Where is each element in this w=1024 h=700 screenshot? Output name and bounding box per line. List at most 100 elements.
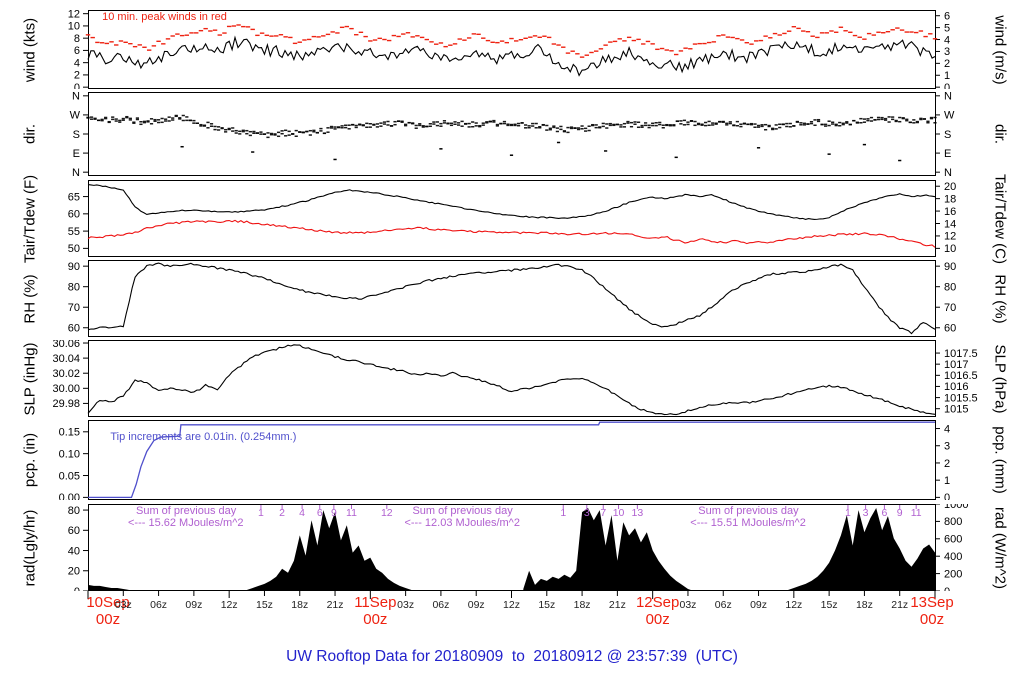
svg-text:21z: 21z xyxy=(327,599,344,611)
svg-text:W: W xyxy=(944,110,955,122)
svg-text:80: 80 xyxy=(944,281,956,293)
svg-text:30.02: 30.02 xyxy=(52,368,80,380)
svg-text:4: 4 xyxy=(944,423,950,435)
svg-text:12Sep: 12Sep xyxy=(636,594,679,611)
svg-text:Sum of previous day: Sum of previous day xyxy=(136,505,237,517)
svg-text:55: 55 xyxy=(68,226,80,238)
svg-text:00z: 00z xyxy=(96,611,120,628)
svg-text:1015: 1015 xyxy=(944,403,968,415)
svg-text:03z: 03z xyxy=(115,599,132,611)
svg-text:10: 10 xyxy=(68,21,80,33)
svg-text:15z: 15z xyxy=(821,599,838,611)
svg-text:13Sep: 13Sep xyxy=(910,594,953,611)
svg-text:2: 2 xyxy=(74,70,80,82)
svg-text:30.04: 30.04 xyxy=(52,353,80,365)
svg-text:1000: 1000 xyxy=(944,504,968,511)
svg-text:00z: 00z xyxy=(646,611,670,628)
svg-text:1017.5: 1017.5 xyxy=(944,348,978,360)
svg-text:10 min. peak winds in red: 10 min. peak winds in red xyxy=(102,11,227,23)
svg-text:3: 3 xyxy=(863,507,869,519)
rh-right-axis-title: RH (%) xyxy=(991,273,1009,324)
svg-text:70: 70 xyxy=(68,302,80,314)
svg-text:09z: 09z xyxy=(185,599,202,611)
panel-wind-direction: dir. NWSENNWSEN dir. xyxy=(0,92,1024,176)
svg-text:<--- 15.51 MJoules/m^2: <--- 15.51 MJoules/m^2 xyxy=(690,517,806,529)
slp-right-axis-title: SLP (hPa) xyxy=(991,344,1009,413)
svg-text:1: 1 xyxy=(944,475,950,487)
svg-text:E: E xyxy=(944,148,951,160)
svg-text:90: 90 xyxy=(944,261,956,273)
svg-text:9: 9 xyxy=(897,507,903,519)
svg-text:18z: 18z xyxy=(291,599,308,611)
svg-text:0.05: 0.05 xyxy=(59,470,80,482)
svg-text:15z: 15z xyxy=(256,599,273,611)
svg-text:0: 0 xyxy=(944,492,950,500)
svg-text:00z: 00z xyxy=(363,611,387,628)
panel-precipitation: pcp. (in) 0.00 0.05 0.10 0.15 0 1 2 3 4 Tip incre… xyxy=(0,420,1024,500)
svg-text:18z: 18z xyxy=(574,599,591,611)
svg-text:10: 10 xyxy=(613,507,625,519)
panel-wind: wind (kts) 0 2 4 6 8 10 12 0 1 2 3 4 5 6 10 min. peak … xyxy=(0,10,1024,89)
slp-plot: 29.9830.0030.0230.0430.0610151015.510161… xyxy=(52,340,978,417)
svg-text:N: N xyxy=(72,92,80,103)
svg-text:21z: 21z xyxy=(891,599,908,611)
svg-text:06z: 06z xyxy=(715,599,732,611)
svg-text:30.06: 30.06 xyxy=(52,340,80,350)
svg-text:60: 60 xyxy=(68,209,80,221)
svg-text:12: 12 xyxy=(944,231,956,243)
svg-text:40: 40 xyxy=(68,545,80,557)
svg-text:18: 18 xyxy=(944,193,956,205)
svg-text:60: 60 xyxy=(68,525,80,537)
svg-text:50: 50 xyxy=(68,243,80,255)
svg-text:4: 4 xyxy=(944,34,950,46)
svg-text:90: 90 xyxy=(68,261,80,273)
svg-text:800: 800 xyxy=(944,516,962,528)
svg-text:600: 600 xyxy=(944,534,962,546)
svg-text:Sum of previous day: Sum of previous day xyxy=(698,505,799,517)
svg-text:12z: 12z xyxy=(503,599,520,611)
svg-text:8: 8 xyxy=(74,33,80,45)
panel-radiation: rad(Lgly/hr) 02040608002004006008001000S… xyxy=(0,504,1024,591)
svg-text:3: 3 xyxy=(584,507,590,519)
wind-plot: 024681012012345610 min. peak winds in re… xyxy=(68,10,950,89)
svg-text:60: 60 xyxy=(68,323,80,335)
svg-text:21z: 21z xyxy=(609,599,626,611)
svg-text:12z: 12z xyxy=(785,599,802,611)
wind-right-axis-title: wind (m/s) xyxy=(991,14,1009,85)
rad-right-axis-title: rad (W/m^2) xyxy=(991,506,1009,589)
svg-text:0.00: 0.00 xyxy=(59,492,80,500)
svg-text:09z: 09z xyxy=(750,599,767,611)
svg-text:3: 3 xyxy=(944,441,950,453)
svg-text:00z: 00z xyxy=(920,611,944,628)
svg-text:1: 1 xyxy=(944,70,950,82)
svg-text:70: 70 xyxy=(944,302,956,314)
svg-text:0: 0 xyxy=(74,82,80,89)
svg-text:0.15: 0.15 xyxy=(59,427,80,439)
svg-text:1017: 1017 xyxy=(944,359,968,371)
svg-text:16: 16 xyxy=(944,206,956,218)
svg-text:10: 10 xyxy=(944,243,956,255)
svg-text:12: 12 xyxy=(68,10,80,20)
svg-text:03z: 03z xyxy=(679,599,696,611)
pcp-right-axis-title: pcp. (mm) xyxy=(991,426,1009,494)
x-axis: 10Sep00z03z 06z 09z 12z 15z 18z 21z 11Sep00z03z… xyxy=(86,591,954,628)
svg-text:09z: 09z xyxy=(468,599,485,611)
svg-text:12z: 12z xyxy=(221,599,238,611)
panel-humidity: RH (%) 60 70 80 90 60 70 80 90 RH (%) xyxy=(0,260,1024,337)
panel-temperature: Tair/Tdew (F) 50 55 60 65 10 12 14 16 18 20 Tair/… xyxy=(0,173,1024,263)
svg-text:2: 2 xyxy=(944,58,950,70)
svg-text:29.98: 29.98 xyxy=(52,398,80,410)
svg-text:12: 12 xyxy=(381,507,393,519)
svg-text:400: 400 xyxy=(944,551,962,563)
svg-text:1: 1 xyxy=(258,507,264,519)
svg-text:Tip increments are 0.01in. (0.: Tip increments are 0.01in. (0.254mm.) xyxy=(110,431,296,443)
svg-text:2: 2 xyxy=(944,458,950,470)
svg-text:03z: 03z xyxy=(397,599,414,611)
svg-text:3: 3 xyxy=(944,46,950,58)
rad-plot: 02040608002004006008001000Sum of previou… xyxy=(68,504,968,591)
svg-text:11Sep: 11Sep xyxy=(354,594,396,611)
temp-right-axis-title: Tair/Tdew (C) xyxy=(991,173,1009,264)
svg-text:15z: 15z xyxy=(538,599,555,611)
svg-text:N: N xyxy=(944,167,952,176)
svg-text:11: 11 xyxy=(346,507,357,519)
